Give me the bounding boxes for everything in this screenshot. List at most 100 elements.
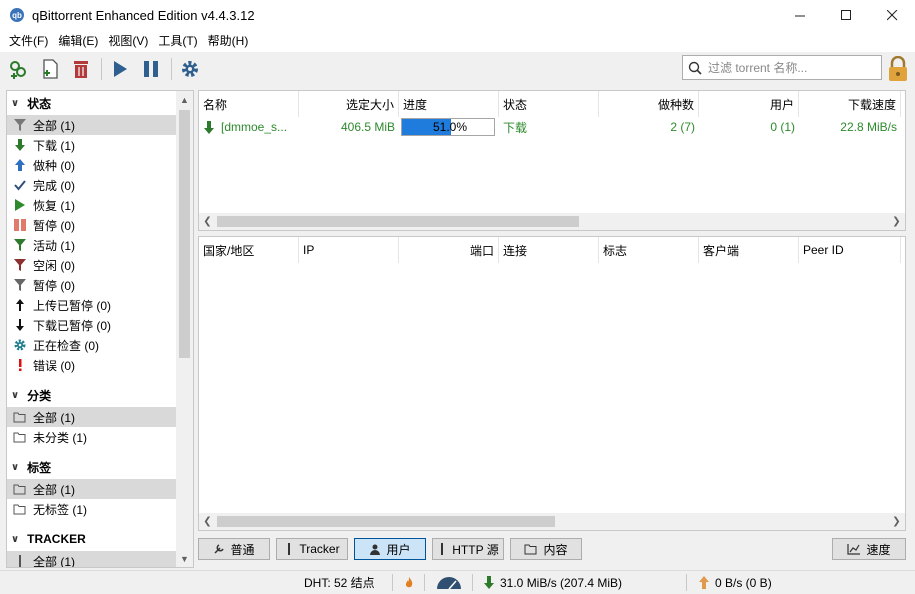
menu-help[interactable]: 帮助(H) [203, 31, 254, 51]
add-torrent-file-button[interactable] [37, 56, 63, 82]
sidebar-scrollbar[interactable]: ▲ ▼ [176, 91, 193, 567]
general-icon [214, 544, 225, 554]
tag-section-header[interactable]: ∨ 标签 [7, 455, 177, 479]
upload-speed-status[interactable]: 0 B/s (0 B) [698, 571, 772, 594]
torrent-size: 406.5 MiB [340, 120, 395, 134]
delete-button[interactable] [68, 56, 94, 82]
scroll-right-arrow-icon[interactable]: ❯ [888, 513, 905, 530]
scrollbar-thumb[interactable] [179, 110, 190, 358]
upload-icon [12, 157, 28, 173]
status-upload-paused[interactable]: 上传已暂停 (0) [7, 295, 177, 315]
item-label: 活动 (1) [33, 238, 76, 253]
status-errored[interactable]: 错误 (0) [7, 355, 177, 375]
tab-content[interactable]: 内容 [510, 538, 582, 560]
torrent-dlspeed: 22.8 MiB/s [840, 120, 897, 134]
lock-icon[interactable] [887, 56, 909, 82]
tag-untagged[interactable]: 无标签 (1) [7, 499, 177, 519]
status-stalled[interactable]: 暂停 (0) [7, 275, 177, 295]
scroll-right-arrow-icon[interactable]: ❯ [888, 213, 905, 230]
scroll-left-arrow-icon[interactable]: ❮ [199, 513, 216, 530]
connection-status-button[interactable] [403, 571, 415, 594]
column-size[interactable]: 选定大小 [299, 91, 399, 117]
column-status[interactable]: 状态 [499, 91, 599, 117]
tab-general[interactable]: 普通 [198, 538, 270, 560]
column-peers[interactable]: 用户 [699, 91, 799, 117]
section-title: 分类 [27, 388, 52, 403]
torrent-row[interactable]: [dmmoe_s... 406.5 MiB 51.0% 下载 2 (7) 0 (… [199, 117, 901, 137]
minimize-button[interactable] [777, 0, 823, 30]
status-section-header[interactable]: ∨ 状态 [7, 91, 177, 115]
toolbar [0, 52, 915, 86]
tracker-all[interactable]: 全部 (1) [7, 551, 177, 567]
status-inactive[interactable]: 空闲 (0) [7, 255, 177, 275]
status-checking[interactable]: 正在检查 (0) [7, 335, 177, 355]
status-seeding[interactable]: 做种 (0) [7, 155, 177, 175]
tracker-section-header[interactable]: ∨ TRACKER [7, 527, 177, 551]
search-input[interactable] [708, 60, 873, 75]
chevron-down-icon: ∨ [11, 533, 20, 545]
column-flags[interactable]: 标志 [599, 237, 699, 263]
menu-file[interactable]: 文件(F) [4, 31, 53, 51]
category-uncategorized[interactable]: 未分类 (1) [7, 427, 177, 447]
status-paused[interactable]: 暂停 (0) [7, 215, 177, 235]
column-ip[interactable]: IP [299, 237, 399, 263]
tab-peers[interactable]: 用户 [354, 538, 426, 560]
status-download-paused[interactable]: 下载已暂停 (0) [7, 315, 177, 335]
properties-tabs: 普通 Tracker 用户 HTTP 源 内容 [198, 538, 588, 562]
scroll-down-arrow-icon[interactable]: ▼ [176, 550, 193, 567]
item-label: 下载已暂停 (0) [33, 318, 112, 333]
pause-button[interactable] [138, 56, 164, 82]
scroll-left-arrow-icon[interactable]: ❮ [199, 213, 216, 230]
resume-button[interactable] [107, 56, 133, 82]
status-completed[interactable]: 完成 (0) [7, 175, 177, 195]
upload-icon [699, 576, 709, 589]
column-progress[interactable]: 进度 [399, 91, 499, 117]
options-button[interactable] [177, 56, 203, 82]
column-country[interactable]: 国家/地区 [199, 237, 299, 263]
menu-tools[interactable]: 工具(T) [153, 31, 202, 51]
item-label: 上传已暂停 (0) [33, 298, 112, 313]
download-icon [12, 137, 28, 153]
maximize-button[interactable] [823, 0, 869, 30]
column-connection[interactable]: 连接 [499, 237, 599, 263]
checking-gear-icon [12, 337, 28, 353]
status-downloading[interactable]: 下载 (1) [7, 135, 177, 155]
status-resumed[interactable]: 恢复 (1) [7, 195, 177, 215]
section-title: 状态 [27, 96, 52, 111]
tab-label: Tracker [299, 542, 340, 556]
tag-all[interactable]: 全部 (1) [7, 479, 177, 499]
download-speed-text: 31.0 MiB/s (207.4 MiB) [500, 575, 623, 590]
minimize-icon [794, 15, 805, 16]
column-port[interactable]: 端口 [399, 237, 499, 263]
peers-list-hscrollbar[interactable]: ❮ ❯ [199, 513, 905, 530]
torrent-list-hscrollbar[interactable]: ❮ ❯ [199, 213, 905, 230]
column-peer-id[interactable]: Peer ID [799, 237, 901, 263]
search-box [682, 55, 882, 80]
tab-speed[interactable]: 速度 [832, 538, 906, 560]
folder-icon [12, 481, 28, 497]
menu-view[interactable]: 视图(V) [103, 31, 153, 51]
scrollbar-thumb[interactable] [217, 516, 555, 527]
tab-tracker[interactable]: Tracker [276, 538, 348, 560]
scrollbar-thumb[interactable] [217, 216, 579, 227]
category-section-header[interactable]: ∨ 分类 [7, 383, 177, 407]
menu-bar: 文件(F) 编辑(E) 视图(V) 工具(T) 帮助(H) [0, 30, 915, 52]
status-active[interactable]: 活动 (1) [7, 235, 177, 255]
scroll-up-arrow-icon[interactable]: ▲ [176, 91, 193, 108]
category-all[interactable]: 全部 (1) [7, 407, 177, 427]
column-name[interactable]: 名称 [199, 91, 299, 117]
download-speed-status[interactable]: 31.0 MiB/s (207.4 MiB) [483, 571, 622, 594]
column-client[interactable]: 客户端 [699, 237, 799, 263]
column-dlspeed[interactable]: 下载速度 [799, 91, 901, 117]
progress-bar: 51.0% [401, 118, 495, 136]
menu-edit[interactable]: 编辑(E) [53, 31, 103, 51]
speed-limit-toggle[interactable] [436, 571, 462, 594]
torrent-progress-cell: 51.0% [399, 117, 499, 137]
status-all[interactable]: 全部 (1) [7, 115, 177, 135]
close-button[interactable] [869, 0, 915, 30]
section-title: TRACKER [27, 532, 86, 546]
statusbar-separator [686, 574, 687, 591]
tab-http-sources[interactable]: HTTP 源 [432, 538, 504, 560]
add-torrent-link-button[interactable] [6, 56, 32, 82]
column-seeds[interactable]: 做种数 [599, 91, 699, 117]
